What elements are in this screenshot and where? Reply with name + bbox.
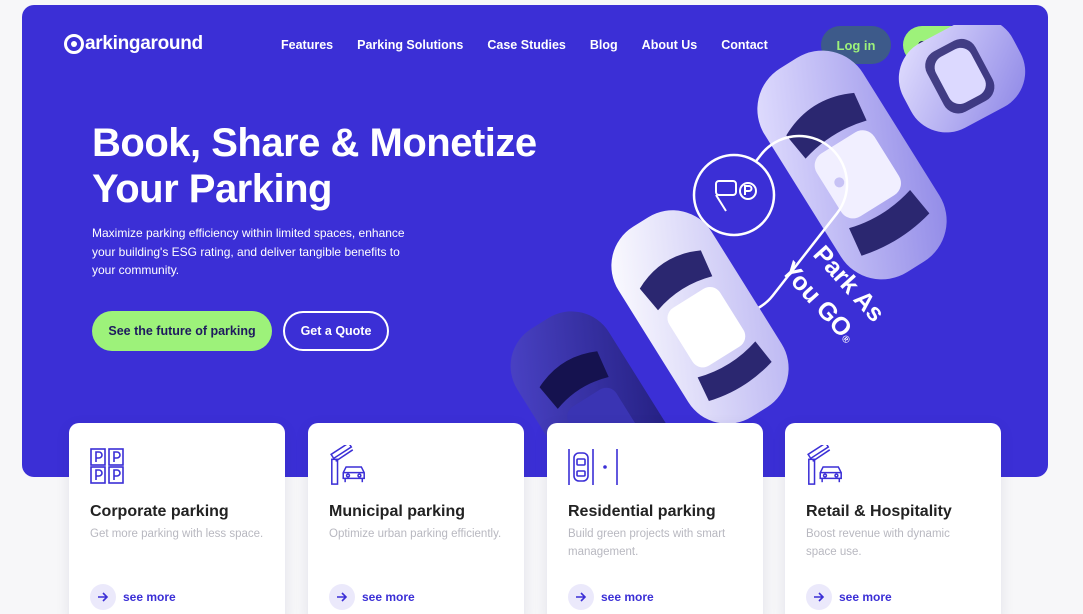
arrow-right-icon <box>568 584 594 610</box>
logo-p-mark-icon <box>64 34 84 54</box>
car-top-right <box>898 25 1026 133</box>
nav-parking-solutions[interactable]: Parking Solutions <box>357 37 463 53</box>
card-title: Residential parking <box>568 503 716 520</box>
card-municipal-parking[interactable]: Municipal parking Optimize urban parking… <box>308 423 524 614</box>
hero-section: arkingaround Features Parking Solutions … <box>22 5 1048 477</box>
nav-features[interactable]: Features <box>281 37 333 53</box>
barrier-car-icon <box>807 445 842 485</box>
card-desc: Get more parking with less space. <box>90 528 264 540</box>
arrow-right-icon <box>806 584 832 610</box>
brand-name: arkingaround <box>85 33 203 54</box>
card-title: Municipal parking <box>329 503 466 520</box>
card-desc: Boost revenue with dynamic space use. <box>806 528 950 558</box>
see-more-label: see more <box>839 590 892 604</box>
card-corporate-parking[interactable]: Corporate parking Get more parking with … <box>69 423 285 614</box>
get-quote-hero-button[interactable]: Get a Quote <box>283 311 389 351</box>
parking-lot-icon <box>568 449 618 485</box>
arrow-right-icon <box>329 584 355 610</box>
brand-logo[interactable]: arkingaround <box>64 33 203 55</box>
badge-registered-mark: ® <box>839 333 853 346</box>
parking-grid-icon <box>90 448 124 484</box>
see-more-link[interactable]: see more <box>568 584 654 610</box>
barrier-car-icon <box>330 445 365 485</box>
card-title: Corporate parking <box>90 503 229 520</box>
headline-line-2: Your Parking <box>92 167 332 211</box>
see-more-label: see more <box>123 590 176 604</box>
card-residential-parking[interactable]: Residential parking Build green projects… <box>547 423 763 614</box>
hero-subtext: Maximize parking efficiency within limit… <box>92 226 405 277</box>
card-retail-hospitality[interactable]: Retail & Hospitality Boost revenue with … <box>785 423 1001 614</box>
card-desc: Optimize urban parking efficiently. <box>329 528 502 540</box>
see-more-link[interactable]: see more <box>329 584 415 610</box>
arrow-right-icon <box>90 584 116 610</box>
card-title: Retail & Hospitality <box>806 503 952 520</box>
parked-cars-illustration: Park As You GO® <box>510 25 1026 477</box>
see-future-button[interactable]: See the future of parking <box>92 311 272 351</box>
see-more-link[interactable]: see more <box>806 584 892 610</box>
see-more-label: see more <box>362 590 415 604</box>
see-more-link[interactable]: see more <box>90 584 176 610</box>
card-desc: Build green projects with smart manageme… <box>568 528 726 558</box>
see-more-label: see more <box>601 590 654 604</box>
